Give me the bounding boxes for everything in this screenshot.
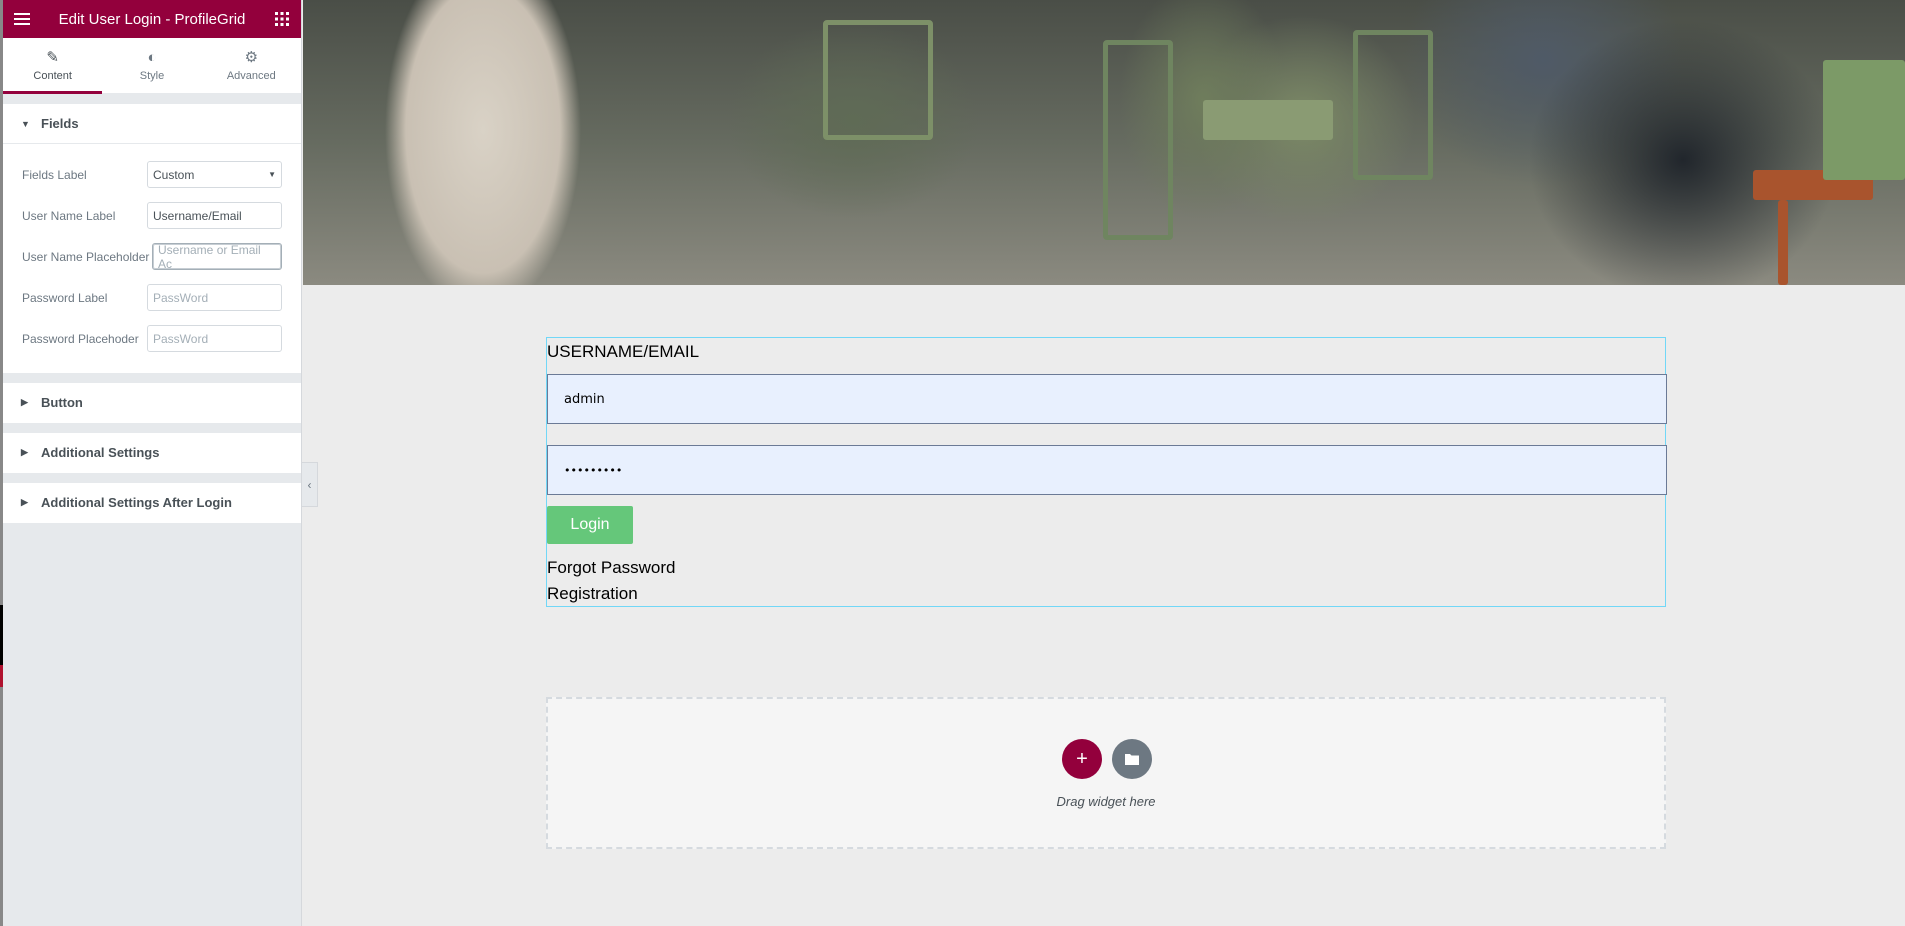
folder-icon (1125, 754, 1139, 765)
tab-content[interactable]: ✎ Content (3, 38, 103, 94)
password-label-input[interactable]: PassWord (147, 284, 282, 311)
section-additional-settings-after-login: ▶ Additional Settings After Login (3, 483, 301, 523)
chevron-left-icon: ‹ (307, 477, 312, 492)
registration-link[interactable]: Registration (547, 584, 638, 604)
hamburger-menu-icon[interactable] (3, 0, 41, 38)
section-additional-settings-header[interactable]: ▶ Additional Settings (3, 433, 301, 473)
panel-tabs: ✎ Content ◐ Style ⚙ Advanced (3, 38, 301, 94)
caret-right-icon: ▶ (21, 497, 28, 507)
chair-shape (823, 20, 933, 140)
fields-label-select[interactable]: Custom ▼ (147, 161, 282, 188)
password-placeholder-input[interactable]: PassWord (147, 325, 282, 352)
drop-zone-buttons: + (1062, 739, 1152, 779)
tab-style[interactable]: ◐ Style (102, 38, 201, 93)
control-label: Password Placehoder (22, 331, 139, 346)
login-widget[interactable]: USERNAME/EMAIL admin ••••••••• Login For… (546, 337, 1667, 607)
login-button[interactable]: Login (547, 506, 633, 544)
tab-label: Content (33, 69, 72, 82)
wood-chair-leg-shape (1778, 200, 1788, 285)
chair-seat-shape (1203, 100, 1333, 140)
select-value: Custom (153, 167, 195, 182)
editor-panel: Edit User Login - ProfileGrid ✎ Content … (3, 0, 302, 926)
panel-title: Edit User Login - ProfileGrid (58, 10, 246, 28)
section-button: ▶ Button (3, 383, 301, 423)
username-input[interactable]: admin (547, 374, 1667, 424)
control-password-placeholder: Password Placehoder PassWord (22, 318, 282, 359)
chair-shape (1353, 30, 1433, 180)
section-title: Additional Settings After Login (41, 495, 232, 510)
collapse-panel-button[interactable]: ‹ (302, 462, 318, 507)
drop-zone-text: Drag widget here (1056, 794, 1156, 809)
pencil-icon: ✎ (46, 48, 59, 66)
username-label: USERNAME/EMAIL (547, 342, 700, 361)
plus-icon: + (1076, 747, 1088, 770)
control-label: User Name Placeholder (22, 249, 150, 264)
caret-right-icon: ▶ (21, 397, 28, 407)
section-fields: ▼ Fields Fields Label Custom ▼ User Name… (3, 104, 301, 373)
drop-zone[interactable]: + Drag widget here (546, 697, 1666, 849)
chair-back-shape (1823, 60, 1905, 180)
password-input[interactable]: ••••••••• (547, 445, 1667, 495)
section-button-header[interactable]: ▶ Button (3, 383, 301, 423)
chair-shape (1103, 40, 1173, 240)
add-template-button[interactable] (1112, 739, 1152, 779)
user-name-placeholder-input[interactable]: Username or Email Ac (152, 243, 282, 271)
caret-down-icon: ▼ (21, 118, 30, 129)
chevron-down-icon: ▼ (268, 170, 276, 179)
hero-image (303, 0, 1905, 285)
gear-icon: ⚙ (244, 48, 259, 66)
tab-label: Advanced (226, 69, 276, 82)
control-fields-label: Fields Label Custom ▼ (22, 154, 282, 195)
add-section-button[interactable]: + (1062, 739, 1102, 779)
half-circle-icon: ◐ (147, 48, 157, 66)
section-additional-settings: ▶ Additional Settings (3, 433, 301, 473)
control-password-label: Password Label PassWord (22, 277, 282, 318)
forgot-password-link[interactable]: Forgot Password (547, 558, 676, 578)
tab-advanced[interactable]: ⚙ Advanced (202, 38, 301, 93)
section-title: Additional Settings (41, 445, 160, 460)
section-fields-body: Fields Label Custom ▼ User Name Label Us… (3, 144, 301, 373)
control-label: User Name Label (22, 208, 116, 223)
user-name-label-input[interactable]: Username/Email (147, 202, 282, 229)
caret-right-icon: ▶ (21, 447, 28, 457)
control-user-name-placeholder: User Name Placeholder Username or Email … (22, 236, 282, 277)
panel-header: Edit User Login - ProfileGrid (3, 0, 301, 38)
section-title: Fields (41, 116, 79, 131)
control-user-name-label: User Name Label Username/Email (22, 195, 282, 236)
section-title: Button (41, 395, 83, 410)
section-fields-header[interactable]: ▼ Fields (3, 104, 301, 144)
widgets-grid-icon[interactable] (263, 0, 301, 38)
section-additional-after-header[interactable]: ▶ Additional Settings After Login (3, 483, 301, 523)
control-label: Fields Label (22, 167, 87, 182)
control-label: Password Label (22, 290, 108, 305)
tab-label: Style (139, 69, 165, 82)
